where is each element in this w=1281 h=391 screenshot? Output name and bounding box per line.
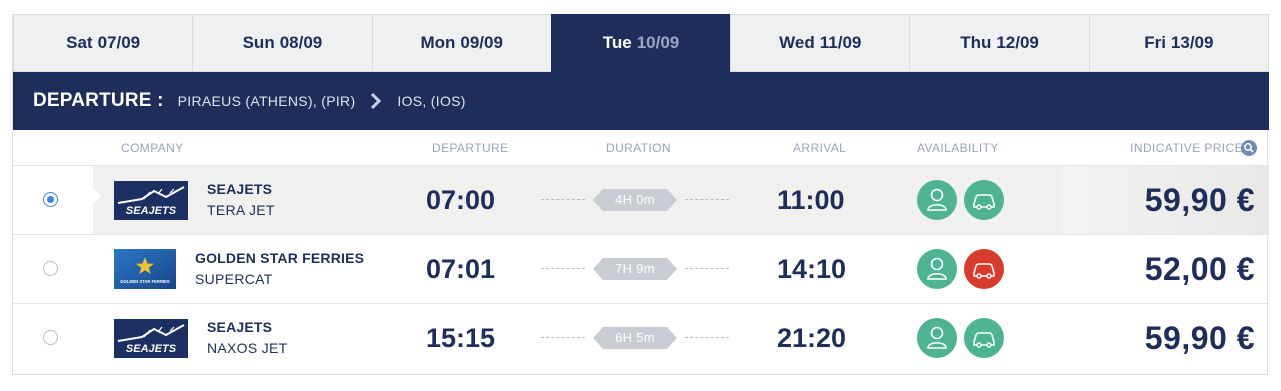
header-indicative-price: INDICATIVE PRICE <box>1130 141 1243 155</box>
tab-day: Wed <box>779 33 815 52</box>
tab-thu[interactable]: Thu 12/09 <box>909 14 1089 72</box>
duration-dash <box>541 337 585 338</box>
vessel-name: TERA JET <box>207 202 275 218</box>
passenger-icon <box>917 249 957 289</box>
tab-day: Mon <box>420 33 456 52</box>
search-icon[interactable] <box>1241 140 1257 156</box>
tab-day: Thu <box>960 33 992 52</box>
duration-text: 7H 9m <box>615 261 655 276</box>
golden-star-ferries-logo: GOLDEN STAR FERRIES <box>114 249 176 289</box>
results-header-row: COMPANY DEPARTURE DURATION ARRIVAL AVAIL… <box>13 130 1269 166</box>
duration-dash <box>685 199 729 200</box>
arrival-time: 21:20 <box>777 323 847 353</box>
duration-pill: 4H 0m <box>593 189 677 211</box>
tab-date: 09/09 <box>460 33 503 52</box>
company-name: SEAJETS <box>207 181 273 197</box>
date-tabs: Sat 07/09 Sun 08/09 Mon 09/09 Tue 10/09 Wed 1… <box>13 14 1269 72</box>
header-company: COMPANY <box>121 141 184 155</box>
arrival-time: 11:00 <box>777 185 845 215</box>
tab-date: 08/09 <box>279 33 323 52</box>
duration-dash <box>685 337 729 338</box>
tab-day: Sat <box>66 33 93 52</box>
tab-day: Tue <box>602 33 632 52</box>
duration-dash <box>541 268 585 269</box>
duration-indicator: 4H 0m <box>541 189 729 211</box>
logo-text: SEAJETS <box>126 343 177 355</box>
car-icon <box>964 180 1004 220</box>
trip-radio[interactable] <box>43 330 58 345</box>
passenger-icon <box>917 318 957 358</box>
tab-fri[interactable]: Fri 13/09 <box>1088 14 1269 72</box>
trip-price: 52,00 € <box>1144 251 1255 287</box>
tab-day: Fri <box>1144 33 1166 52</box>
departure-label: DEPARTURE : <box>33 90 164 111</box>
tab-date: 12/09 <box>996 33 1039 52</box>
trip-radio[interactable] <box>43 261 58 276</box>
tab-mon[interactable]: Mon 09/09 <box>371 14 551 72</box>
tab-date: 10/09 <box>636 33 680 52</box>
vessel-name: NAXOS JET <box>207 340 288 356</box>
route-destination: IOS, (IOS) <box>397 93 466 109</box>
departure-time: 07:00 <box>426 185 496 215</box>
arrival-time: 14:10 <box>777 254 847 284</box>
tab-day: Sun <box>242 33 275 52</box>
ferry-results-panel: Sat 07/09 Sun 08/09 Mon 09/09 Tue 10/09 Wed 1… <box>12 14 1269 375</box>
seajets-logo: SEAJETS <box>114 319 188 358</box>
tab-date: 13/09 <box>1170 33 1214 52</box>
company-name: SEAJETS <box>207 319 273 335</box>
header-duration: DURATION <box>606 141 671 155</box>
duration-dash <box>685 268 729 269</box>
logo-text: GOLDEN STAR FERRIES <box>120 279 170 284</box>
departure-route-bar: DEPARTURE : PIRAEUS (ATHENS), (PIR) IOS,… <box>13 72 1269 130</box>
selected-row-pointer <box>93 188 101 204</box>
duration-indicator: 6H 5m <box>541 327 729 349</box>
car-icon <box>964 318 1004 358</box>
tab-tue[interactable]: Tue 10/09 <box>550 14 731 72</box>
tab-sun[interactable]: Sun 08/09 <box>192 14 372 72</box>
duration-pill: 7H 9m <box>593 258 677 280</box>
passenger-icon <box>917 180 957 220</box>
duration-text: 4H 0m <box>615 192 655 207</box>
logo-text: SEAJETS <box>126 205 177 217</box>
header-departure: DEPARTURE <box>432 141 509 155</box>
table-row[interactable]: SEAJETS SEAJETS NAXOS JET 15:15 6H 5m 21… <box>13 304 1269 373</box>
route-origin: PIRAEUS (ATHENS), (PIR) <box>177 93 356 109</box>
trip-price: 59,90 € <box>1144 182 1255 218</box>
tab-date: 11/09 <box>819 33 862 52</box>
trip-price: 59,90 € <box>1144 320 1255 356</box>
car-icon <box>964 249 1004 289</box>
header-availability: AVAILABILITY <box>917 141 999 155</box>
tab-wed[interactable]: Wed 11/09 <box>730 14 910 72</box>
duration-dash <box>541 199 585 200</box>
duration-indicator: 7H 9m <box>541 258 729 280</box>
vessel-name: SUPERCAT <box>195 271 273 287</box>
departure-time: 07:01 <box>426 254 496 284</box>
duration-pill: 6H 5m <box>593 327 677 349</box>
tab-date: 07/09 <box>97 33 141 52</box>
departure-time: 15:15 <box>426 323 496 353</box>
table-row[interactable]: SEAJETS SEAJETS TERA JET 07:00 4H 0m 11:… <box>13 166 1269 235</box>
company-name: GOLDEN STAR FERRIES <box>195 250 365 266</box>
seajets-logo: SEAJETS <box>114 181 188 220</box>
table-row[interactable]: GOLDEN STAR FERRIES GOLDEN STAR FERRIES … <box>13 235 1269 304</box>
tab-sat[interactable]: Sat 07/09 <box>13 14 193 72</box>
duration-text: 6H 5m <box>615 330 655 345</box>
chevron-right-icon <box>368 92 384 110</box>
trip-radio[interactable] <box>43 192 58 207</box>
header-arrival: ARRIVAL <box>793 141 847 155</box>
